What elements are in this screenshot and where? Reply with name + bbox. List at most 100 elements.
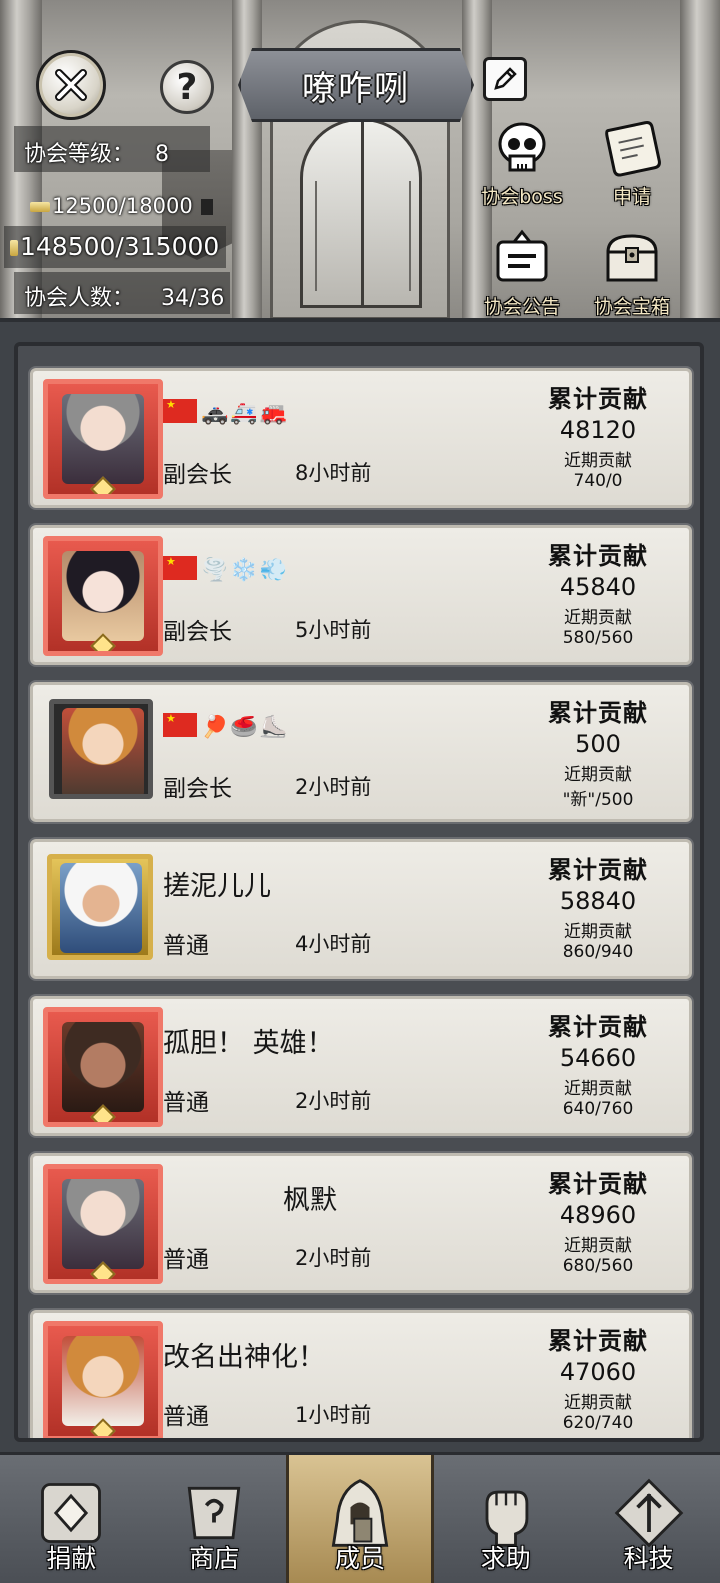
recent-contribution-title: 近期贡献 xyxy=(564,1236,632,1256)
avatar[interactable] xyxy=(43,536,163,656)
guild-boss-label: 协会boss xyxy=(481,186,563,208)
member-card[interactable]: 孤胆！ 英雄！ 普通 2小时前 累计贡献 54660 近期贡献 640/760 xyxy=(30,996,692,1136)
avatar-portrait xyxy=(62,1179,144,1269)
close-icon xyxy=(55,69,87,101)
recent-contribution-title: 近期贡献 xyxy=(564,1079,632,1099)
avatar-portrait xyxy=(60,863,142,953)
ping-pong-icon: 🏓 xyxy=(201,715,229,740)
total-contribution-value: 47060 xyxy=(559,1358,637,1386)
contribution-block: 累计贡献 45840 近期贡献 580/560 xyxy=(533,536,663,648)
member-last-seen: 5小时前 xyxy=(295,618,372,642)
nav-donate[interactable]: 捐献 xyxy=(0,1455,143,1583)
ice-skate-icon: ⛸️ xyxy=(259,715,288,740)
member-card[interactable]: 搓泥儿儿 普通 4小时前 累计贡献 58840 近期贡献 860/940 xyxy=(30,839,692,979)
member-last-seen: 2小时前 xyxy=(295,1246,372,1270)
exp-bar-end xyxy=(201,199,214,215)
apply-label: 申请 xyxy=(612,186,651,208)
recent-contribution-title: 近期贡献 xyxy=(564,765,632,785)
apply-button[interactable]: 申请 xyxy=(582,118,682,218)
member-last-seen: 8小时前 xyxy=(295,461,372,485)
recent-contribution-value: 580/560 xyxy=(562,628,634,648)
nav-shop[interactable]: 商店 xyxy=(143,1455,286,1583)
member-card[interactable]: 枫默 普通 2小时前 累计贡献 48960 近期贡献 680/560 xyxy=(30,1153,692,1293)
total-contribution-value: 48960 xyxy=(559,1201,637,1229)
snowflake-icon: ❄️ xyxy=(230,558,258,583)
member-role: 普通 xyxy=(163,1247,209,1273)
avatar[interactable] xyxy=(47,854,153,960)
avatar-portrait xyxy=(62,708,144,794)
guild-name: 嘹咋咧 xyxy=(302,68,410,109)
total-contribution-title: 累计贡献 xyxy=(548,542,648,570)
recent-contribution-value: 680/560 xyxy=(562,1256,634,1276)
treasure-chest-icon xyxy=(602,228,662,288)
guild-level-row: 协会等级： 8 xyxy=(24,136,169,168)
close-button[interactable] xyxy=(36,50,106,120)
total-contribution-title: 累计贡献 xyxy=(548,385,648,413)
funds-bar-icon xyxy=(10,240,18,256)
guild-level-label: 协会等级： xyxy=(24,142,135,167)
member-name: 改名出神化！ xyxy=(163,1342,325,1373)
nav-members[interactable]: 成员 xyxy=(285,1455,435,1583)
recent-contribution-value: 620/740 xyxy=(562,1413,634,1433)
nav-tech[interactable]: 科技 xyxy=(577,1455,720,1583)
total-contribution-title: 累计贡献 xyxy=(548,856,648,884)
hall-door xyxy=(300,118,422,308)
fire-engine-icon: 🚒 xyxy=(259,401,288,426)
recent-contribution-value: 860/940 xyxy=(562,942,634,962)
recent-contribution-title: 近期贡献 xyxy=(564,451,632,471)
nav-members-label: 成员 xyxy=(334,1544,385,1573)
recent-contribution-value: 740/0 xyxy=(573,471,623,491)
member-name: 搓泥儿儿 xyxy=(163,871,271,902)
avatar-portrait xyxy=(62,394,144,484)
member-card[interactable]: 改名出神化！ 普通 1小时前 累计贡献 47060 近期贡献 620/740 xyxy=(30,1310,692,1438)
guild-treasure-button[interactable]: 协会宝箱 xyxy=(582,228,682,318)
guild-funds-value: 148500/315000 xyxy=(20,232,220,261)
member-role: 副会长 xyxy=(163,619,232,645)
member-last-seen: 2小时前 xyxy=(295,1089,372,1113)
member-list[interactable]: 🚓 🚑 🚒 副会长 8小时前 累计贡献 48120 近期贡献 740/0 🌪️ … xyxy=(14,342,704,1442)
avatar[interactable] xyxy=(43,1321,163,1438)
member-role: 普通 xyxy=(163,933,209,959)
contribution-block: 累计贡献 500 近期贡献 "新"/500 xyxy=(533,693,663,810)
total-contribution-value: 45840 xyxy=(559,573,637,601)
avatar[interactable] xyxy=(43,379,163,499)
guild-boss-button[interactable]: 协会boss xyxy=(472,118,572,218)
curling-stone-icon: 🥌 xyxy=(230,715,258,740)
avatar[interactable] xyxy=(43,1007,163,1127)
avatar[interactable] xyxy=(49,699,153,799)
guild-notice-button[interactable]: 协会公告 xyxy=(472,228,572,318)
member-role: 副会长 xyxy=(163,462,232,488)
police-car-icon: 🚓 xyxy=(201,401,229,426)
guild-level-value: 8 xyxy=(155,142,170,167)
contribution-block: 累计贡献 58840 近期贡献 860/940 xyxy=(533,850,663,962)
avatar[interactable] xyxy=(43,1164,163,1284)
bottom-nav: 捐献 商店 成员 求助 科技 xyxy=(0,1452,720,1583)
contribution-block: 累计贡献 48120 近期贡献 740/0 xyxy=(533,379,663,491)
pillar-decoration xyxy=(680,0,720,318)
guild-members-label: 协会人数： xyxy=(24,286,135,311)
help-button[interactable]: ? xyxy=(160,60,214,114)
recent-contribution-title: 近期贡献 xyxy=(564,1393,632,1413)
china-flag-icon xyxy=(163,556,197,580)
member-role: 普通 xyxy=(163,1090,209,1116)
guild-exp-row: 12500/18000 xyxy=(30,194,214,218)
contribution-block: 累计贡献 54660 近期贡献 640/760 xyxy=(533,1007,663,1119)
member-card[interactable]: 🚓 🚑 🚒 副会长 8小时前 累计贡献 48120 近期贡献 740/0 xyxy=(30,368,692,508)
total-contribution-value: 500 xyxy=(575,730,621,758)
guild-funds-row: 148500/315000 xyxy=(10,232,219,261)
avatar-portrait xyxy=(62,1336,144,1426)
nav-shop-label: 商店 xyxy=(189,1544,240,1573)
recent-contribution-value: "新"/500 xyxy=(562,790,634,810)
skull-icon xyxy=(492,118,552,178)
china-flag-icon xyxy=(163,399,197,423)
exp-bar-icon xyxy=(30,202,50,212)
total-contribution-title: 累计贡献 xyxy=(548,1013,648,1041)
avatar-portrait xyxy=(62,551,144,641)
edit-name-button[interactable] xyxy=(483,57,527,101)
guild-name-plate: 嘹咋咧 xyxy=(238,48,474,122)
member-card[interactable]: 🏓 🥌 ⛸️ 副会长 2小时前 累计贡献 500 近期贡献 "新"/500 xyxy=(30,682,692,822)
question-mark-icon: ? xyxy=(176,66,198,108)
member-card[interactable]: 🌪️ ❄️ 💨 副会长 5小时前 累计贡献 45840 近期贡献 580/560 xyxy=(30,525,692,665)
member-role: 副会长 xyxy=(163,776,232,802)
nav-help[interactable]: 求助 xyxy=(434,1455,577,1583)
